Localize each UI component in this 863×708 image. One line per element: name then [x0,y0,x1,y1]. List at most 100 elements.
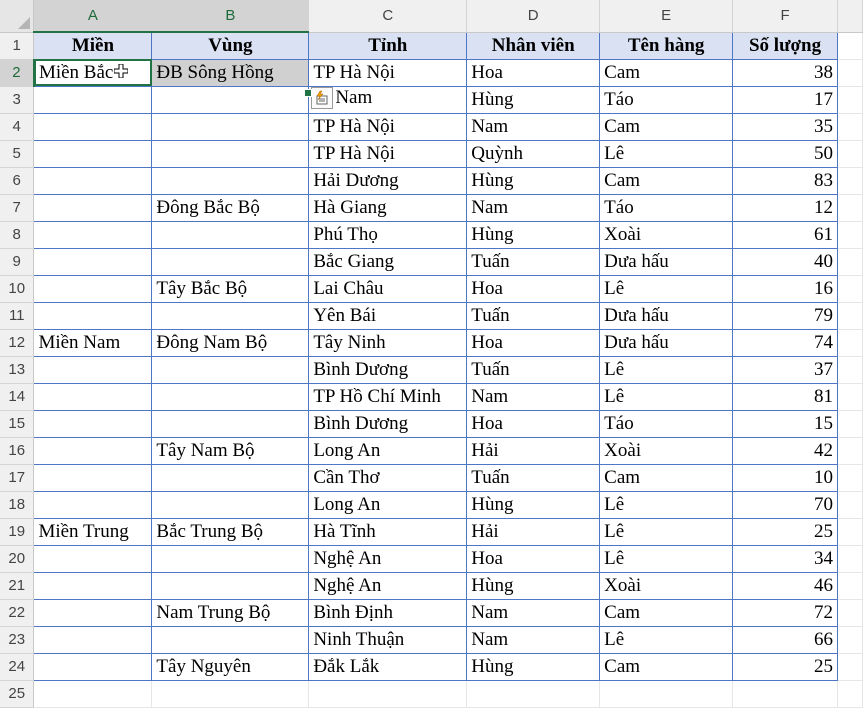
row-header[interactable]: 6 [0,167,35,195]
cell-nhan-vien[interactable]: Hoa [466,328,601,357]
row-header[interactable]: 20 [0,545,35,573]
cell-so-luong[interactable]: 81 [732,382,838,411]
cell-nhan-vien[interactable]: Hùng [466,652,601,681]
empty-cell[interactable] [837,86,863,114]
empty-cell[interactable] [837,464,863,492]
cell-tinh[interactable]: Hà Giang [308,193,468,222]
cell-ten-hang[interactable]: Lê [599,490,734,519]
cell-tinh[interactable]: Phú Thọ [308,220,468,249]
empty-cell[interactable] [837,680,863,708]
cell-so-luong[interactable]: 50 [732,139,838,168]
cell-ten-hang[interactable]: Xoài [599,220,734,249]
cell-vung[interactable] [151,220,310,249]
cell-mien[interactable] [33,382,153,411]
row-header[interactable]: 14 [0,383,35,411]
cell-tinh[interactable]: Bắc Giang [308,247,468,276]
empty-cell[interactable] [837,491,863,519]
cell-mien[interactable] [33,85,153,114]
cell-nhan-vien[interactable]: Quỳnh [466,139,601,168]
cell-so-luong[interactable]: 16 [732,274,838,303]
cell-tinh[interactable]: Bình Dương [308,355,468,384]
cell-nhan-vien[interactable]: Hoa [466,409,601,438]
empty-cell[interactable] [837,113,863,141]
cell-tinh[interactable]: Ninh Thuận [308,625,468,654]
cell-vung[interactable]: Đông Bắc Bộ [151,193,310,222]
row-header[interactable]: 12 [0,329,35,357]
cell-ten-hang[interactable]: Táo [599,85,734,114]
cell-vung[interactable] [151,301,310,330]
column-header-a[interactable]: A [33,0,153,33]
row-header[interactable]: 13 [0,356,35,384]
cell-nhan-vien[interactable]: Tuấn [466,463,601,492]
cell-ten-hang[interactable]: Cam [599,598,734,627]
cell-so-luong[interactable]: 83 [732,166,838,195]
cell-mien[interactable] [33,463,153,492]
empty-cell[interactable] [837,383,863,411]
row-header[interactable]: 3 [0,86,35,114]
cell-vung[interactable] [151,463,310,492]
cell-ten-hang[interactable]: Lê [599,544,734,573]
cell-nhan-vien[interactable]: Tuấn [466,355,601,384]
cell-tinh[interactable]: Bình Định [308,598,468,627]
cell-mien[interactable] [33,274,153,303]
cell-mien[interactable] [33,652,153,681]
cell-nhan-vien[interactable]: Nam [466,382,601,411]
cell-vung[interactable] [151,85,310,114]
header-cell-ten-hang[interactable]: Tên hàng [599,31,734,60]
header-cell-tinh[interactable]: Tỉnh [308,31,468,60]
cell-ten-hang[interactable]: Cam [599,58,734,87]
empty-cell[interactable] [837,653,863,681]
cell-ten-hang[interactable]: Táo [599,193,734,222]
row-header[interactable]: 18 [0,491,35,519]
cell-so-luong[interactable]: 10 [732,463,838,492]
cell-nhan-vien[interactable]: Hùng [466,166,601,195]
row-header[interactable]: 16 [0,437,35,465]
cell-ten-hang[interactable]: Xoài [599,571,734,600]
cell-so-luong[interactable]: 12 [732,193,838,222]
column-header-c[interactable]: C [308,0,468,33]
empty-cell[interactable] [837,599,863,627]
empty-cell[interactable] [837,329,863,357]
cell-ten-hang[interactable]: Cam [599,652,734,681]
empty-cell[interactable] [837,572,863,600]
row-header[interactable]: 7 [0,194,35,222]
cell-so-luong[interactable]: 61 [732,220,838,249]
cell-vung[interactable] [151,382,310,411]
row-header[interactable]: 23 [0,626,35,654]
cell-ten-hang[interactable]: Lê [599,517,734,546]
cell-nhan-vien[interactable]: Hoa [466,58,601,87]
column-header-overflow[interactable] [837,0,863,33]
cell-ten-hang[interactable]: Lê [599,625,734,654]
empty-cell[interactable] [33,680,153,708]
fill-handle[interactable] [304,89,312,97]
cell-so-luong[interactable]: 38 [732,58,838,87]
empty-cell[interactable] [837,59,863,87]
header-cell-mien[interactable]: Miền [33,31,153,60]
empty-cell[interactable] [837,545,863,573]
cell-so-luong[interactable]: 46 [732,571,838,600]
cell-vung[interactable] [151,625,310,654]
cell-vung[interactable] [151,571,310,600]
cell-mien[interactable] [33,220,153,249]
cell-mien[interactable] [33,247,153,276]
row-header[interactable]: 10 [0,275,35,303]
cell-ten-hang[interactable]: Cam [599,463,734,492]
empty-cell[interactable] [837,194,863,222]
cell-so-luong[interactable]: 66 [732,625,838,654]
cell-tinh[interactable]: Long An [308,436,468,465]
cell-so-luong[interactable]: 79 [732,301,838,330]
cell-nhan-vien[interactable]: Tuấn [466,301,601,330]
cell-vung[interactable]: Tây Nguyên [151,652,310,681]
cell-tinh[interactable]: Nghệ An [308,544,468,573]
empty-cell[interactable] [837,32,863,60]
row-header[interactable]: 5 [0,140,35,168]
cell-mien[interactable]: Miền Trung [33,517,153,546]
row-header[interactable]: 11 [0,302,35,330]
empty-cell[interactable] [837,410,863,438]
cell-so-luong[interactable]: 74 [732,328,838,357]
cell-ten-hang[interactable]: Cam [599,112,734,141]
cell-tinh[interactable]: Bình Dương [308,409,468,438]
empty-cell[interactable] [837,626,863,654]
cell-mien[interactable]: Miền Bắc [33,58,153,87]
cell-nhan-vien[interactable]: Hoa [466,544,601,573]
